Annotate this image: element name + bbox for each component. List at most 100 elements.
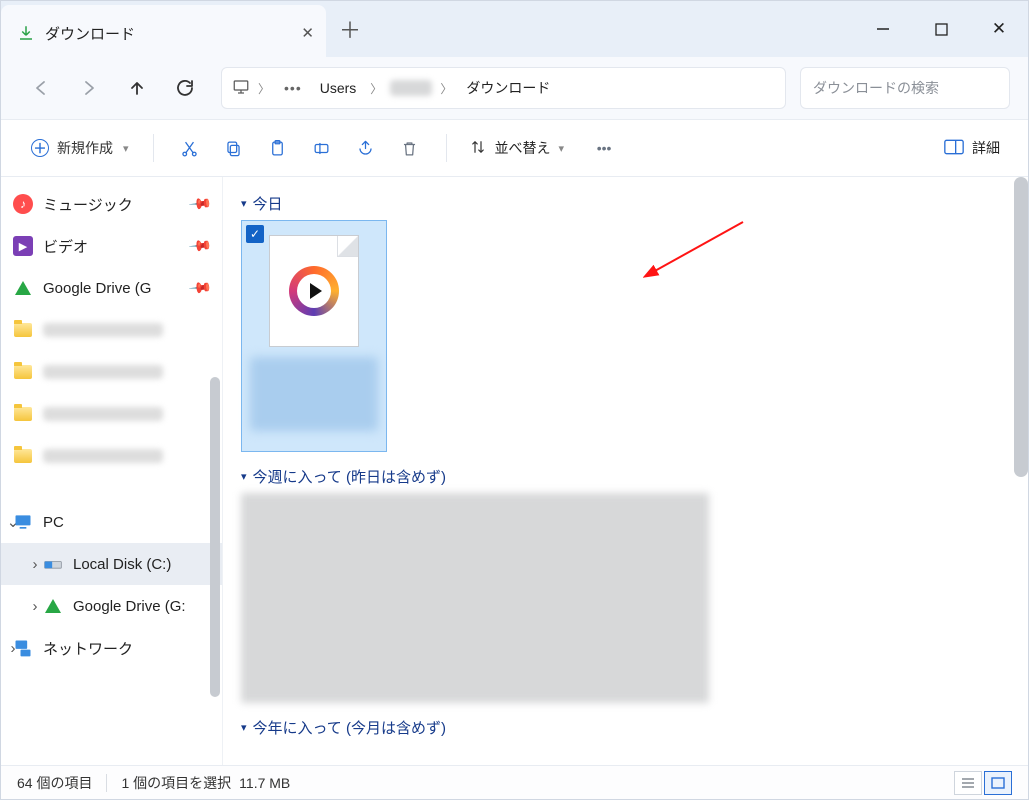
search-input[interactable]: ダウンロードの検索 [800, 67, 1010, 109]
breadcrumb-overflow[interactable]: ••• [278, 80, 308, 96]
maximize-button[interactable] [912, 1, 970, 57]
view-toggle [954, 771, 1012, 795]
sidebar: ♪ ミュージック 📌 ▶ ビデオ 📌 Google Drive (G 📌 [1, 177, 223, 765]
sidebar-item-label: ビデオ [43, 236, 88, 257]
separator [153, 134, 154, 162]
chevron-down-icon: ▾ [241, 197, 247, 210]
paste-button[interactable] [256, 129, 300, 167]
sidebar-item-folder-blurred[interactable] [1, 351, 222, 393]
chevron-right-icon[interactable]: 〉 [368, 80, 384, 97]
sort-icon [469, 138, 487, 159]
more-button[interactable]: ••• [582, 129, 626, 167]
new-tab-button[interactable]: ＋ [326, 1, 374, 57]
chevron-down-icon: ▾ [241, 470, 247, 483]
status-bar: 64 個の項目 1 個の項目を選択 11.7 MB [1, 765, 1028, 799]
sidebar-item-network[interactable]: › ネットワーク [1, 627, 222, 669]
folder-icon [13, 362, 33, 382]
sidebar-item-local-disk[interactable]: › Local Disk (C:) [1, 543, 222, 585]
sidebar-item-video[interactable]: ▶ ビデオ 📌 [1, 225, 222, 267]
new-button-label: 新規作成 [57, 138, 113, 158]
pc-icon [232, 78, 250, 99]
sidebar-item-folder-blurred[interactable] [1, 393, 222, 435]
back-button[interactable] [19, 68, 63, 108]
sidebar-item-label: Local Disk (C:) [73, 556, 171, 573]
chevron-down-icon: ▾ [123, 142, 129, 155]
details-pane-label: 詳細 [972, 138, 1000, 158]
sidebar-item-label: ミュージック [43, 194, 133, 215]
cut-button[interactable] [168, 129, 212, 167]
music-icon: ♪ [13, 194, 33, 214]
delete-button[interactable] [388, 129, 432, 167]
group-today[interactable]: ▾ 今日 [241, 193, 1008, 214]
chevron-down-icon: ▾ [559, 142, 565, 155]
pin-icon: 📌 [188, 191, 214, 217]
blurred-label [43, 323, 163, 337]
group-label: 今週に入って (昨日は含めず) [253, 466, 446, 487]
disk-icon [43, 554, 63, 574]
details-pane-button[interactable]: 詳細 [936, 132, 1008, 164]
sidebar-item-gdrive[interactable]: › Google Drive (G: [1, 585, 222, 627]
sidebar-item-folder-blurred[interactable] [1, 309, 222, 351]
copy-button[interactable] [212, 129, 256, 167]
explorer-window: ダウンロード ✕ ＋ ✕ 〉 ••• Users 〉 〉 ダウンロード ダウンロ… [0, 0, 1029, 800]
sidebar-item-label: ネットワーク [43, 638, 133, 659]
status-size: 11.7 MB [239, 775, 290, 791]
separator [446, 134, 447, 162]
address-bar[interactable]: 〉 ••• Users 〉 〉 ダウンロード [221, 67, 786, 109]
file-items-blurred[interactable] [241, 493, 709, 703]
chevron-right-icon[interactable]: 〉 [256, 80, 272, 97]
sidebar-item-music[interactable]: ♪ ミュージック 📌 [1, 183, 222, 225]
annotation-arrow [643, 217, 753, 287]
sidebar-item-pc[interactable]: ⌄ PC [1, 501, 222, 543]
sort-button[interactable]: 並べ替え ▾ [461, 132, 573, 165]
sidebar-scrollbar[interactable] [210, 377, 220, 697]
sidebar-item-gdrive-pinned[interactable]: Google Drive (G 📌 [1, 267, 222, 309]
sidebar-item-label: Google Drive (G [43, 280, 151, 297]
media-file-icon [269, 235, 359, 347]
file-item-selected[interactable]: ✓ [241, 220, 387, 452]
tab-downloads[interactable]: ダウンロード ✕ [1, 5, 326, 61]
blurred-label [43, 407, 163, 421]
sidebar-item-folder-blurred[interactable] [1, 435, 222, 477]
separator [106, 774, 107, 792]
refresh-button[interactable] [163, 68, 207, 108]
chevron-right-icon[interactable]: 〉 [438, 80, 454, 97]
up-button[interactable] [115, 68, 159, 108]
share-button[interactable] [344, 129, 388, 167]
tab-close-button[interactable]: ✕ [301, 24, 314, 42]
checkbox-checked-icon[interactable]: ✓ [246, 225, 264, 243]
group-this-year[interactable]: ▾ 今年に入って (今月は含めず) [241, 717, 1008, 738]
breadcrumb-user-blurred[interactable] [390, 80, 432, 96]
gdrive-icon [13, 278, 33, 298]
toolbar: ＋ 新規作成 ▾ 並べ替え ▾ ••• 詳細 [1, 119, 1028, 177]
gdrive-icon [43, 596, 63, 616]
plus-circle-icon: ＋ [31, 139, 49, 157]
status-selection: 1 個の項目を選択 [121, 773, 231, 793]
pin-icon: 📌 [188, 233, 214, 259]
status-item-count: 64 個の項目 [17, 773, 92, 793]
content-area: ▾ 今日 ✓ ▾ 今週に入って (昨日は含めず) ▾ 今年に [223, 177, 1028, 765]
view-icons-button[interactable] [984, 771, 1012, 795]
folder-icon [13, 404, 33, 424]
search-placeholder: ダウンロードの検索 [813, 78, 939, 98]
sidebar-item-label: PC [43, 514, 64, 531]
blurred-label [43, 449, 163, 463]
file-name-blurred [250, 357, 378, 431]
content-scrollbar[interactable] [1014, 177, 1028, 477]
rename-button[interactable] [300, 129, 344, 167]
pc-icon [13, 512, 33, 532]
group-this-week[interactable]: ▾ 今週に入って (昨日は含めず) [241, 466, 1008, 487]
breadcrumb-downloads[interactable]: ダウンロード [460, 74, 556, 102]
window-controls: ✕ [854, 1, 1028, 57]
sidebar-item-label: Google Drive (G: [73, 598, 186, 615]
new-button[interactable]: ＋ 新規作成 ▾ [21, 132, 139, 164]
blurred-label [43, 365, 163, 379]
folder-icon [13, 320, 33, 340]
breadcrumb-users[interactable]: Users [314, 76, 363, 100]
view-details-button[interactable] [954, 771, 982, 795]
video-icon: ▶ [13, 236, 33, 256]
forward-button[interactable] [67, 68, 111, 108]
close-window-button[interactable]: ✕ [970, 1, 1028, 57]
details-pane-icon [944, 139, 964, 158]
minimize-button[interactable] [854, 1, 912, 57]
